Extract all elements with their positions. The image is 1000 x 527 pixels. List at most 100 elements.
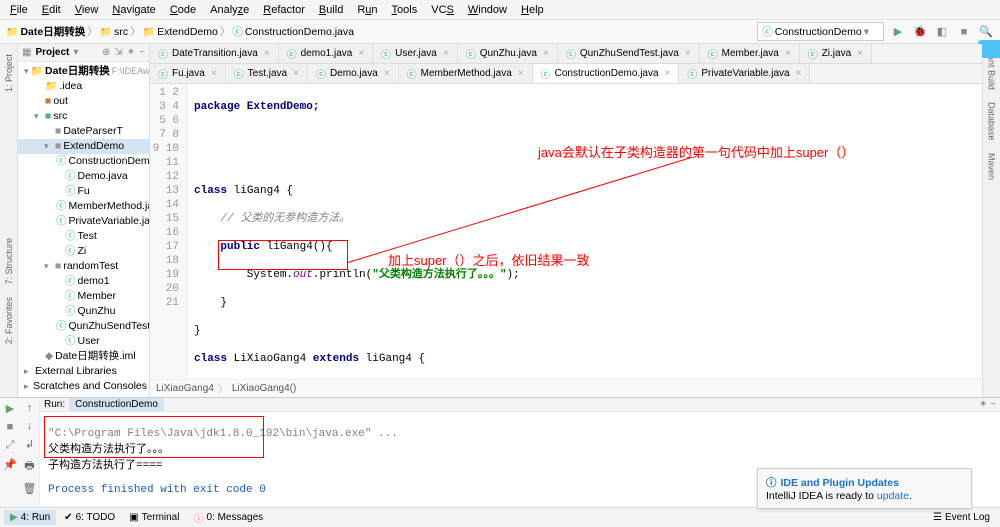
close-icon[interactable]: × xyxy=(857,48,863,59)
close-icon[interactable]: × xyxy=(785,48,791,59)
menu-file[interactable]: File xyxy=(4,2,34,18)
down-icon[interactable]: ↓ xyxy=(27,420,33,432)
collapse-icon[interactable]: ⇲ xyxy=(114,47,122,58)
close-icon[interactable]: × xyxy=(685,48,691,59)
rerun-icon[interactable]: ▶ xyxy=(6,402,14,415)
side-project[interactable]: 1: Project xyxy=(4,54,14,92)
tree-item[interactable]: ▸Scratches and Consoles xyxy=(18,379,149,394)
menu-help[interactable]: Help xyxy=(515,2,550,18)
breadcrumb-file[interactable]: ConstructionDemo.java xyxy=(245,26,354,38)
tree-item[interactable]: ▾■ src xyxy=(18,109,149,124)
tree-item[interactable]: ▾■ ExtendDemo xyxy=(18,139,149,154)
tree-item[interactable]: ⓒ Member xyxy=(18,289,149,304)
run-tab[interactable]: ConstructionDemo xyxy=(69,398,164,411)
notification-balloon[interactable]: ⓘ IDE and Plugin Updates IntelliJ IDEA i… xyxy=(757,468,972,509)
run-gear-icon[interactable]: ✶ − xyxy=(979,399,996,410)
editor-tab[interactable]: ⓒZi.java× xyxy=(800,44,872,63)
close-icon[interactable]: × xyxy=(264,48,270,59)
tree-item[interactable]: ◆ Date日期转换.iml xyxy=(18,349,149,364)
stop-icon[interactable]: ■ xyxy=(7,421,14,433)
editor-tab[interactable]: ⓒDateTransition.java× xyxy=(150,44,279,63)
side-database[interactable]: Database xyxy=(987,102,997,141)
close-icon[interactable]: × xyxy=(518,68,524,79)
layout-icon[interactable]: ⤢ xyxy=(6,439,15,452)
editor-tab[interactable]: ⓒMemberMethod.java× xyxy=(399,64,533,83)
close-icon[interactable]: × xyxy=(543,48,549,59)
close-icon[interactable]: × xyxy=(211,68,217,79)
menu-window[interactable]: Window xyxy=(462,2,513,18)
notif-title: IDE and Plugin Updates xyxy=(781,477,899,489)
tree-item[interactable]: ⓒ demo1 xyxy=(18,274,149,289)
run-button-icon[interactable]: ▶ xyxy=(890,24,906,40)
tree-item[interactable]: ⓒ PrivateVariable.jav xyxy=(18,214,149,229)
tree-item[interactable]: ⓒ Test xyxy=(18,229,149,244)
console-line: Process finished with exit code 0 xyxy=(48,484,266,496)
print-icon[interactable]: 🖶 xyxy=(24,457,34,476)
tree-item[interactable]: .idea xyxy=(18,79,149,94)
run-config-select[interactable]: ⓒ ConstructionDemo ▾ xyxy=(757,22,884,41)
side-antbuild[interactable]: Ant Build xyxy=(987,54,997,90)
stop-button-icon[interactable]: ■ xyxy=(956,24,972,40)
project-header[interactable]: Project xyxy=(35,47,69,58)
editor-tab[interactable]: ⓒTest.java× xyxy=(226,64,308,83)
close-icon[interactable]: × xyxy=(443,48,449,59)
editor-tab[interactable]: ⓒdemo1.java× xyxy=(279,44,374,63)
menu-code[interactable]: Code xyxy=(164,2,202,18)
crumb-method[interactable]: LiXiaoGang4() xyxy=(232,383,296,394)
pin-icon[interactable]: 📌 xyxy=(3,458,17,471)
side-favorites[interactable]: 2: Favorites xyxy=(4,297,14,344)
menu-navigate[interactable]: Navigate xyxy=(106,2,161,18)
coverage-button-icon[interactable]: ◧ xyxy=(934,24,950,40)
crumb-class[interactable]: LiXiaoGang4 xyxy=(156,383,214,394)
editor-tab[interactable]: ⓒQunZhu.java× xyxy=(458,44,558,63)
up-icon[interactable]: ↑ xyxy=(27,402,33,414)
editor-tab[interactable]: ⓒQunZhuSendTest.java× xyxy=(558,44,700,63)
tree-item[interactable]: ⓒ Zi xyxy=(18,244,149,259)
tree-item[interactable]: ⓒ Fu xyxy=(18,184,149,199)
editor-tab[interactable]: ⓒConstructionDemo.java× xyxy=(533,64,680,83)
close-icon[interactable]: × xyxy=(358,48,364,59)
wrap-icon[interactable]: ↲ xyxy=(25,438,34,451)
tree-item[interactable]: ⓒ User xyxy=(18,334,149,349)
menu-run[interactable]: Run xyxy=(351,2,383,18)
close-icon[interactable]: × xyxy=(293,68,299,79)
notif-update-link[interactable]: update xyxy=(877,490,909,502)
tree-item[interactable]: ⓒ MemberMethod.ja xyxy=(18,199,149,214)
editor-tab[interactable]: ⓒDemo.java× xyxy=(308,64,399,83)
editor-tab[interactable]: ⓒFu.java× xyxy=(150,64,226,83)
breadcrumb-src[interactable]: src xyxy=(114,26,128,38)
debug-button-icon[interactable]: 🐞 xyxy=(912,24,928,40)
side-structure[interactable]: 7: Structure xyxy=(4,238,14,285)
side-maven[interactable]: Maven xyxy=(987,153,997,180)
menu-view[interactable]: View xyxy=(69,2,105,18)
tree-item[interactable]: ⓒ Demo.java xyxy=(18,169,149,184)
tree-item[interactable]: ■ DateParserT xyxy=(18,124,149,139)
breadcrumb-pkg[interactable]: ExtendDemo xyxy=(157,26,218,38)
close-icon[interactable]: × xyxy=(796,68,802,79)
tree-item[interactable]: ■ out xyxy=(18,94,149,109)
tree-item[interactable]: ⓒ QunZhu xyxy=(18,304,149,319)
menu-tools[interactable]: Tools xyxy=(386,2,424,18)
editor-tab[interactable]: ⓒPrivateVariable.java× xyxy=(679,64,810,83)
tree-item[interactable]: ▾■ randomTest xyxy=(18,259,149,274)
editor-tab[interactable]: ⓒMember.java× xyxy=(700,44,800,63)
trash-icon[interactable]: 🗑 xyxy=(23,482,37,495)
close-icon[interactable]: × xyxy=(665,68,671,79)
tree-item[interactable]: ▸External Libraries xyxy=(18,364,149,379)
hide-icon[interactable]: − xyxy=(139,47,145,58)
editor-tab[interactable]: ⓒUser.java× xyxy=(373,44,458,63)
breadcrumb-root[interactable]: Date日期转换 xyxy=(20,24,85,39)
menu-vcs[interactable]: VCS xyxy=(425,2,460,18)
tree-item[interactable]: ⓒ ConstructionDemo. xyxy=(18,154,149,169)
menu-refactor[interactable]: Refactor xyxy=(257,2,311,18)
search-everywhere-icon[interactable]: 🔍 xyxy=(978,24,994,40)
close-icon[interactable]: × xyxy=(384,68,390,79)
code-editor[interactable]: 1 2 3 4 5 6 7 8 9 10 11 12 13 14 15 16 1… xyxy=(150,84,982,379)
menu-edit[interactable]: Edit xyxy=(36,2,67,18)
project-root[interactable]: ▾Date日期转换 F:\IDEAworkSpace xyxy=(18,64,149,79)
tree-item[interactable]: ⓒ QunZhuSendTest xyxy=(18,319,149,334)
menu-analyze[interactable]: Analyze xyxy=(204,2,255,18)
menu-build[interactable]: Build xyxy=(313,2,349,18)
locate-icon[interactable]: ⊕ xyxy=(102,47,110,58)
gear-icon[interactable]: ✶ xyxy=(127,47,135,58)
